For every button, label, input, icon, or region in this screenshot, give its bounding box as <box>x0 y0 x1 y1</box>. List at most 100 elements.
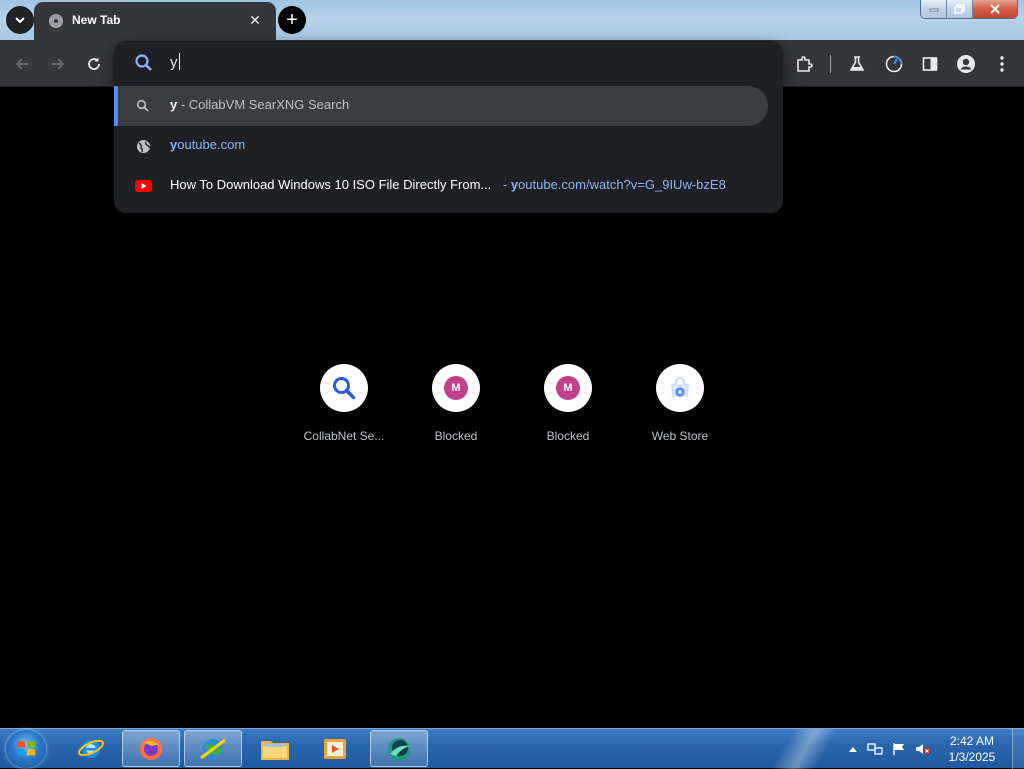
arrow-right-icon <box>52 58 65 70</box>
labs-button[interactable] <box>845 52 869 76</box>
network-tray-button[interactable] <box>866 740 884 758</box>
reload-icon <box>88 57 100 70</box>
suggestion-text: How To Download Windows 10 ISO File Dire… <box>170 177 726 192</box>
speedometer-icon <box>885 55 903 73</box>
chevron-down-icon <box>15 17 25 24</box>
performance-button[interactable] <box>882 52 906 76</box>
extensions-button[interactable] <box>792 52 816 76</box>
restore-icon <box>953 4 965 14</box>
new-tab-button[interactable]: + <box>278 6 306 34</box>
action-center-button[interactable] <box>890 740 908 758</box>
restore-button[interactable] <box>947 0 973 18</box>
suggestion-url-text: outube.com <box>177 137 246 152</box>
taskbar: 2:42 AM 1/3/2025 <box>0 728 1024 769</box>
internet-explorer-icon <box>78 739 104 758</box>
window-controls <box>920 0 1018 19</box>
chevron-up-icon <box>849 747 857 752</box>
shortcuts-grid: CollabNet Se... M Blocked M Blocked Web … <box>292 362 732 462</box>
address-input-value: y <box>170 54 178 71</box>
menu-button[interactable] <box>990 52 1014 76</box>
m-letter-icon: M <box>444 376 468 400</box>
clock-date: 1/3/2025 <box>948 750 996 764</box>
search-icon <box>134 53 154 73</box>
suggestion-text: y - CollabVM SearXNG Search <box>170 97 349 112</box>
arrow-left-icon <box>15 58 28 70</box>
new-tab-favicon-icon <box>49 14 63 28</box>
volume-button[interactable] <box>914 740 932 758</box>
suggestion-title: How To Download Windows 10 ISO File Dire… <box>170 177 492 192</box>
title-bar: New Tab ✕ + <box>0 0 1024 40</box>
speaker-muted-icon <box>916 744 931 755</box>
shortcut-icon-circle <box>320 364 368 412</box>
show-desktop-button[interactable] <box>1012 729 1024 769</box>
taskbar-file-explorer[interactable] <box>246 730 304 767</box>
network-icon <box>867 743 883 755</box>
windows-logo-icon <box>17 741 35 756</box>
shortcut-collabnet-search[interactable]: CollabNet Se... <box>292 362 396 452</box>
more-vertical-icon <box>1000 56 1004 72</box>
show-hidden-icons-button[interactable] <box>844 740 862 758</box>
close-window-button[interactable] <box>973 0 1017 18</box>
back-button[interactable] <box>10 52 34 76</box>
flag-icon <box>893 743 904 755</box>
minimize-icon <box>929 8 938 12</box>
shortcut-label: Web Store <box>651 429 709 443</box>
flask-icon <box>849 56 865 71</box>
shortcut-icon-circle: M <box>544 364 592 412</box>
text-caret <box>178 53 180 70</box>
suggestion-description: - CollabVM SearXNG Search <box>177 97 350 112</box>
system-clock[interactable]: 2:42 AM 1/3/2025 <box>934 733 1010 765</box>
taskbar-media-player[interactable] <box>306 730 364 767</box>
taskbar-glare <box>760 729 850 769</box>
tab-title: New Tab <box>72 13 121 27</box>
search-icon <box>333 377 356 400</box>
m-letter-icon: M <box>556 376 580 400</box>
omnibox-dropdown: y y - CollabVM SearXNG Search youtube.co… <box>114 41 783 213</box>
taskbar-internet-explorer[interactable] <box>62 730 120 767</box>
firefox-icon <box>140 737 162 760</box>
tab-new-tab[interactable]: New Tab ✕ <box>34 2 276 40</box>
tab-close-icon[interactable]: ✕ <box>246 11 264 29</box>
tab-search-button[interactable] <box>6 6 34 34</box>
media-player-icon <box>324 738 346 759</box>
side-panel-icon <box>922 57 938 71</box>
reload-button[interactable] <box>82 52 106 76</box>
shortcut-label: Blocked <box>546 429 590 443</box>
shortcut-blocked-2[interactable]: M Blocked <box>516 362 620 452</box>
puzzle-icon <box>797 56 813 72</box>
file-explorer-icon <box>261 740 289 760</box>
clock-time: 2:42 AM <box>949 734 995 748</box>
shortcut-web-store[interactable]: Web Store <box>628 362 732 452</box>
start-button[interactable] <box>6 730 46 768</box>
avatar-icon <box>957 55 975 73</box>
browser-app-icon <box>388 737 410 760</box>
side-panel-button[interactable] <box>918 52 942 76</box>
shortcut-icon-circle <box>656 364 704 412</box>
network-globe-icon <box>200 738 226 759</box>
shortcut-blocked-1[interactable]: M Blocked <box>404 362 508 452</box>
shortcut-label: CollabNet Se... <box>303 429 385 443</box>
suggestion-search[interactable]: y - CollabVM SearXNG Search <box>114 86 768 126</box>
suggestion-url[interactable]: youtube.com <box>114 126 768 166</box>
globe-icon <box>134 137 152 155</box>
toolbar-divider <box>830 55 831 73</box>
search-icon <box>134 97 152 115</box>
address-bar[interactable]: y <box>114 41 783 85</box>
taskbar-firefox[interactable] <box>122 730 180 767</box>
close-icon <box>990 4 1000 14</box>
minimize-button[interactable] <box>921 0 947 18</box>
suggestion-text: youtube.com <box>170 137 245 152</box>
suggestion-separator: - <box>499 177 511 192</box>
taskbar-network-app[interactable] <box>184 730 242 767</box>
selection-indicator <box>114 86 118 126</box>
suggestion-url-text: outube.com/watch?v=G_9IUw-bzE8 <box>518 177 726 192</box>
forward-button[interactable] <box>46 52 70 76</box>
shortcut-label: Blocked <box>434 429 478 443</box>
profile-button[interactable] <box>954 52 978 76</box>
address-input[interactable]: y <box>170 53 180 71</box>
suggestion-match: y <box>510 177 519 192</box>
shortcut-icon-circle: M <box>432 364 480 412</box>
youtube-icon <box>134 177 152 195</box>
taskbar-browser-app[interactable] <box>370 730 428 767</box>
suggestion-history[interactable]: How To Download Windows 10 ISO File Dire… <box>114 166 768 206</box>
